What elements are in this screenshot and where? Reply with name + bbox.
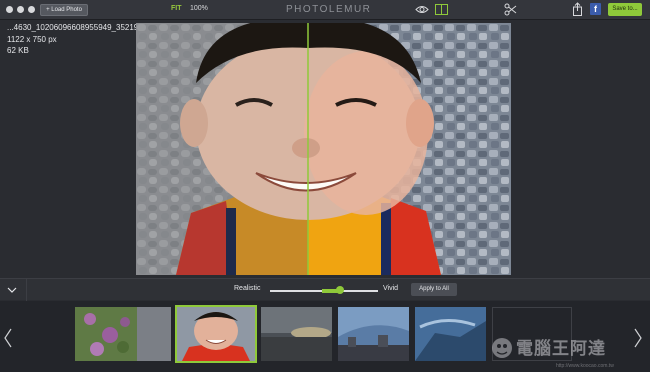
minimize-window-button[interactable] (17, 6, 24, 13)
share-icon[interactable] (573, 2, 582, 16)
app-logo: PHOTOLEMUR (286, 4, 372, 15)
save-to-button[interactable]: Save to... (608, 3, 642, 16)
photo-preview[interactable] (136, 23, 511, 275)
intensity-slider-handle[interactable] (336, 286, 345, 294)
apply-to-all-button[interactable]: Apply to All (411, 283, 457, 296)
thumbnail-flowers[interactable] (75, 307, 171, 361)
watermark-text: 電腦王阿達 (516, 339, 606, 358)
image-dimensions: 1122 x 750 px (7, 35, 57, 44)
adjustment-bar: Realistic Vivid Apply to All (0, 278, 650, 301)
thumbnail-landscape[interactable] (261, 307, 332, 361)
thumbnail-city[interactable] (338, 307, 409, 361)
file-size: 62 KB (7, 46, 29, 55)
zoom-level[interactable]: 100% (190, 5, 208, 12)
load-photo-button[interactable]: + Load Photo (40, 4, 88, 16)
zoom-window-button[interactable] (28, 6, 35, 13)
thumbnail-sky[interactable] (415, 307, 486, 361)
watermark-url: http://www.koocao.com.tw (556, 363, 614, 369)
split-view-icon[interactable] (435, 4, 448, 15)
fit-toggle[interactable]: FIT (171, 5, 182, 12)
close-window-button[interactable] (6, 6, 13, 13)
thumbnail-boy-selected[interactable] (175, 305, 257, 363)
chevron-left-icon[interactable] (3, 327, 13, 349)
vivid-label: Vivid (383, 285, 399, 292)
scissors-icon[interactable] (504, 3, 517, 16)
eye-icon[interactable] (415, 4, 429, 15)
facebook-icon[interactable]: f (590, 3, 601, 15)
title-bar: + Load Photo FIT 100% PHOTOLEMUR f Save … (0, 0, 650, 20)
realistic-label: Realistic (234, 285, 261, 292)
chevron-down-icon[interactable] (4, 284, 20, 296)
divider (26, 279, 27, 301)
